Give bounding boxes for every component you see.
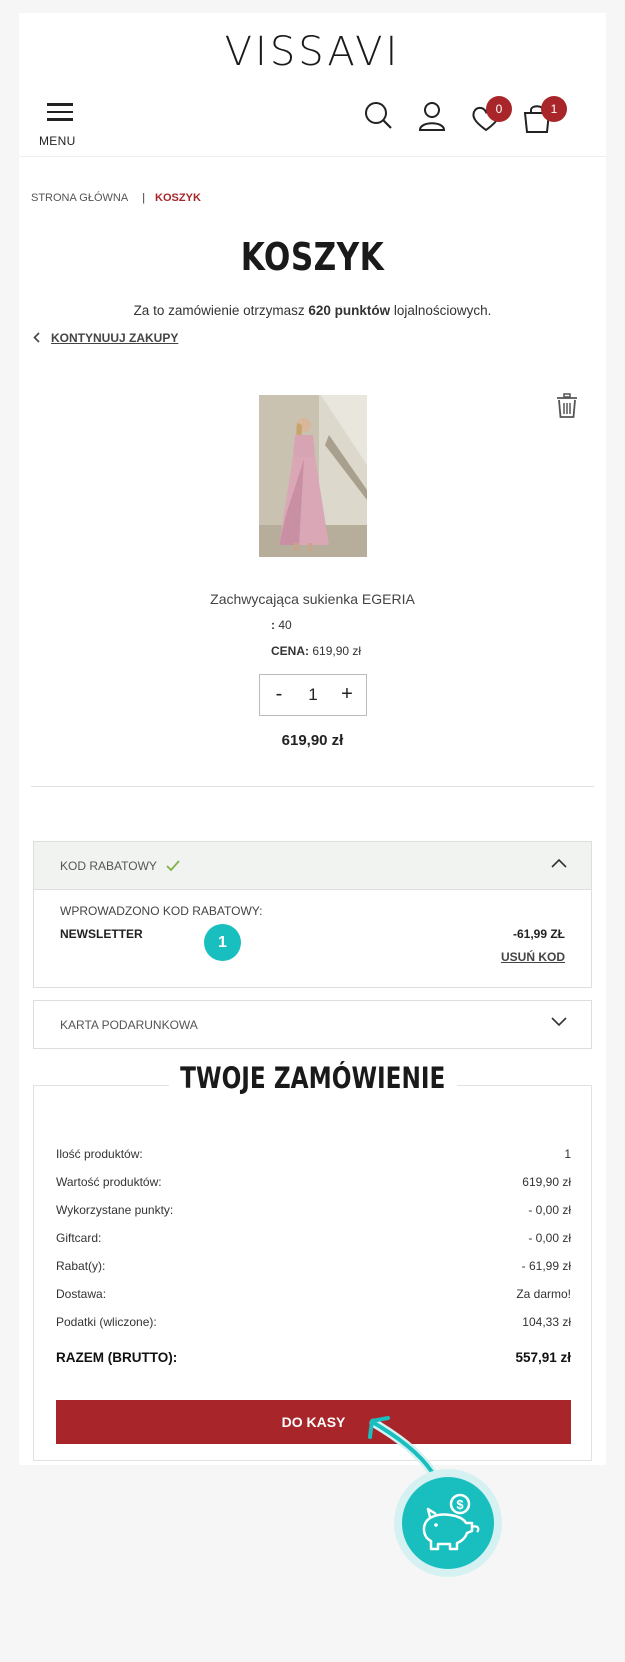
product-size-label: : <box>271 618 275 632</box>
remove-product-button[interactable] <box>556 393 578 424</box>
summary-total-row: RAZEM (BRUTTO): 557,91 zł <box>56 1350 571 1365</box>
summary-row-value: - 0,00 zł <box>528 1231 571 1245</box>
account-button[interactable] <box>418 101 446 136</box>
discount-code-title-text: KOD RABATOWY <box>60 859 157 873</box>
summary-row: Wykorzystane punkty: - 0,00 zł <box>56 1203 571 1217</box>
product-line-total: 619,90 zł <box>281 732 344 749</box>
order-summary-title-wrap: TWOJE ZAMÓWIENIE <box>34 1061 591 1095</box>
trash-icon <box>557 393 577 418</box>
product-divider <box>31 786 594 787</box>
hamburger-icon <box>47 103 73 126</box>
loyalty-message: Za to zamówienie otrzymasz 620 punktów l… <box>19 303 606 318</box>
gift-card-header[interactable]: KARTA PODARUNKOWA <box>34 1001 591 1049</box>
summary-row-value: 1 <box>564 1147 571 1161</box>
summary-row: Dostawa: Za darmo! <box>56 1287 571 1301</box>
quantity-stepper: - + <box>259 674 367 716</box>
discount-amount: -61,99 ZŁ <box>512 927 565 941</box>
summary-row-value: Za darmo! <box>516 1287 571 1301</box>
summary-row-value: - 61,99 zł <box>521 1259 571 1273</box>
summary-row: Podatki (wliczone): 104,33 zł <box>56 1315 571 1329</box>
menu-button[interactable]: MENU <box>39 100 81 150</box>
header-divider <box>19 156 606 157</box>
discount-code-title: KOD RABATOWY <box>60 859 180 873</box>
summary-row-value: 619,90 zł <box>522 1175 571 1189</box>
continue-shopping-label: KONTYNUUJ ZAKUPY <box>51 331 179 345</box>
summary-total-value: 557,91 zł <box>515 1350 571 1365</box>
discount-code-body: WPROWADZONO KOD RABATOWY: NEWSLETTER 1 -… <box>34 890 591 986</box>
summary-row-label: Dostawa: <box>56 1287 107 1301</box>
discount-entered-label: WPROWADZONO KOD RABATOWY: <box>60 904 263 918</box>
summary-row: Wartość produktów: 619,90 zł <box>56 1175 571 1189</box>
breadcrumb-home[interactable]: STRONA GŁÓWNA <box>31 192 128 204</box>
product-name[interactable]: Zachwycająca sukienka EGERIA <box>19 591 606 607</box>
summary-row-value: - 0,00 zł <box>528 1203 571 1217</box>
svg-text:$: $ <box>456 1497 464 1512</box>
breadcrumb-current: KOSZYK <box>155 192 201 204</box>
piggy-bank-icon: $ <box>402 1477 494 1569</box>
chevron-down-icon <box>551 1017 567 1027</box>
chevron-left-icon <box>33 332 40 343</box>
summary-row-label: Podatki (wliczone): <box>56 1315 157 1329</box>
product-image[interactable] <box>259 395 367 557</box>
summary-row-label: Giftcard: <box>56 1231 102 1245</box>
cart-button[interactable]: 1 <box>522 96 567 139</box>
page-title: KOSZYK <box>240 235 385 279</box>
summary-row-label: Ilość produktów: <box>56 1147 143 1161</box>
wishlist-count-badge: 0 <box>486 96 512 122</box>
summary-total-label: RAZEM (BRUTTO): <box>56 1350 178 1365</box>
discount-code-value: NEWSLETTER <box>60 927 143 941</box>
summary-row-label: Rabat(y): <box>56 1259 106 1273</box>
discount-code-header[interactable]: KOD RABATOWY <box>34 842 591 890</box>
summary-row-value: 104,33 zł <box>522 1315 571 1329</box>
breadcrumb-separator: | <box>142 192 146 204</box>
summary-row: Rabat(y): - 61,99 zł <box>56 1259 571 1273</box>
discount-code-panel: KOD RABATOWY WPROWADZONO KOD RABATOWY: N… <box>33 841 592 988</box>
check-icon <box>166 860 180 872</box>
product-price: CENA: 619,90 zł <box>271 644 361 658</box>
quantity-decrease-button[interactable]: - <box>266 683 292 706</box>
loyalty-suffix: lojalnościowych. <box>390 303 492 318</box>
loyalty-points: 620 punktów <box>308 303 391 318</box>
search-icon <box>365 102 392 129</box>
product-price-label: CENA: <box>271 644 309 658</box>
checkout-button[interactable]: DO KASY <box>56 1400 571 1444</box>
chevron-up-icon <box>551 858 567 868</box>
summary-row: Ilość produktów: 1 <box>56 1147 571 1161</box>
site-logo[interactable]: VISSAVI <box>19 29 606 75</box>
product-size: : 40 <box>271 618 292 632</box>
menu-label: MENU <box>39 134 76 148</box>
summary-row-label: Wykorzystane punkty: <box>56 1203 174 1217</box>
summary-row-label: Wartość produktów: <box>56 1175 162 1189</box>
gift-card-title: KARTA PODARUNKOWA <box>60 1018 198 1032</box>
user-icon <box>418 102 446 131</box>
loyalty-prefix: Za to zamówienie otrzymasz <box>133 303 309 318</box>
search-button[interactable] <box>364 101 394 136</box>
quantity-increase-button[interactable]: + <box>334 683 360 706</box>
savings-badge: $ <box>394 1469 502 1577</box>
page-container: VISSAVI MENU 0 1 STRONA GŁÓWNA | KOSZYK KO… <box>19 13 606 1465</box>
order-summary-title: TWOJE ZAMÓWIENIE <box>168 1061 457 1095</box>
breadcrumb: STRONA GŁÓWNA | KOSZYK <box>31 192 201 204</box>
continue-shopping-link[interactable]: KONTYNUUJ ZAKUPY <box>33 331 178 345</box>
cart-count-badge: 1 <box>541 96 567 122</box>
gift-card-panel: KARTA PODARUNKOWA <box>33 1000 592 1049</box>
wishlist-button[interactable]: 0 <box>471 96 512 138</box>
quantity-input[interactable] <box>294 685 332 705</box>
summary-row: Giftcard: - 0,00 zł <box>56 1231 571 1245</box>
annotation-marker: 1 <box>204 924 241 961</box>
order-summary: TWOJE ZAMÓWIENIE Ilość produktów: 1 Warto… <box>33 1061 592 1461</box>
product-size-value: 40 <box>278 618 292 632</box>
remove-discount-link[interactable]: USUŃ KOD <box>501 950 565 964</box>
product-price-value: 619,90 zł <box>312 644 362 658</box>
